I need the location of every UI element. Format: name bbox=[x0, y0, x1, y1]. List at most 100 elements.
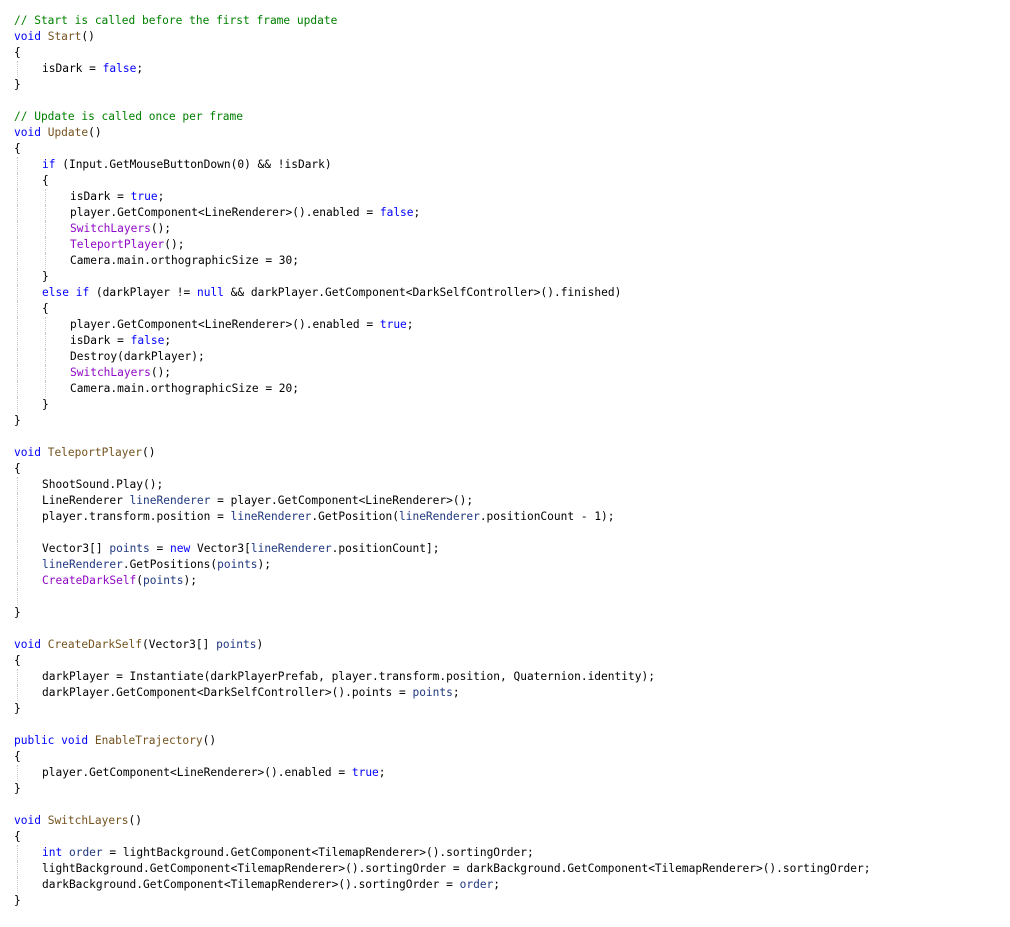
code-line[interactable]: Destroy(darkPlayer); bbox=[14, 349, 1004, 365]
code-line[interactable] bbox=[14, 797, 1004, 813]
code-line[interactable]: { bbox=[14, 45, 1004, 61]
code-line[interactable]: LineRenderer lineRenderer = player.GetCo… bbox=[14, 493, 1004, 509]
code-token: // Update is called once per frame bbox=[14, 110, 244, 123]
code-text: void SwitchLayers() bbox=[14, 814, 142, 827]
code-text: ShootSound.Play(); bbox=[14, 478, 163, 491]
code-line[interactable]: ShootSound.Play(); bbox=[14, 477, 1004, 493]
code-line[interactable]: darkPlayer = Instantiate(darkPlayerPrefa… bbox=[14, 669, 1004, 685]
code-line[interactable]: darkBackground.GetComponent<TilemapRende… bbox=[14, 877, 1004, 893]
code-token: ; bbox=[452, 686, 460, 699]
code-text: if (Input.GetMouseButtonDown(0) && !isDa… bbox=[14, 158, 332, 171]
code-line[interactable] bbox=[14, 717, 1004, 733]
code-line[interactable]: void Update() bbox=[14, 125, 1004, 141]
code-line[interactable]: TeleportPlayer(); bbox=[14, 237, 1004, 253]
code-line[interactable]: if (Input.GetMouseButtonDown(0) && !isDa… bbox=[14, 157, 1004, 173]
code-line[interactable]: Camera.main.orthographicSize = 30; bbox=[14, 253, 1004, 269]
code-token: .GetPositions( bbox=[122, 558, 218, 571]
code-line[interactable]: SwitchLayers(); bbox=[14, 221, 1004, 237]
code-line[interactable]: lineRenderer.GetPositions(points); bbox=[14, 557, 1004, 573]
code-line[interactable]: void TeleportPlayer() bbox=[14, 445, 1004, 461]
code-token: = player.GetComponent<LineRenderer>(); bbox=[210, 494, 474, 507]
code-area[interactable]: // Start is called before the first fram… bbox=[14, 13, 1004, 909]
code-token: { bbox=[14, 750, 21, 763]
indent-guide bbox=[17, 765, 18, 781]
code-token: isDark = bbox=[70, 334, 131, 347]
code-line[interactable]: // Update is called once per frame bbox=[14, 109, 1004, 125]
indent-guide bbox=[45, 381, 46, 397]
code-line[interactable]: player.GetComponent<LineRenderer>().enab… bbox=[14, 205, 1004, 221]
indent-guide bbox=[45, 365, 46, 381]
indent-guide bbox=[17, 221, 18, 237]
code-token: void bbox=[14, 638, 41, 651]
code-token: ; bbox=[164, 334, 172, 347]
code-line[interactable]: { bbox=[14, 461, 1004, 477]
indent-guide bbox=[17, 253, 18, 269]
code-token: } bbox=[42, 270, 49, 283]
code-line[interactable]: darkPlayer.GetComponent<DarkSelfControll… bbox=[14, 685, 1004, 701]
code-line[interactable]: else if (darkPlayer != null && darkPlaye… bbox=[14, 285, 1004, 301]
code-line[interactable]: player.GetComponent<LineRenderer>().enab… bbox=[14, 317, 1004, 333]
code-line[interactable]: { bbox=[14, 141, 1004, 157]
code-line[interactable]: } bbox=[14, 397, 1004, 413]
code-line[interactable]: void Start() bbox=[14, 29, 1004, 45]
indent-guide bbox=[17, 189, 18, 205]
code-line[interactable] bbox=[14, 621, 1004, 637]
code-line[interactable]: } bbox=[14, 269, 1004, 285]
code-line[interactable]: } bbox=[14, 781, 1004, 797]
code-token: ; bbox=[406, 318, 414, 331]
code-line[interactable]: public void EnableTrajectory() bbox=[14, 733, 1004, 749]
code-editor[interactable]: // Start is called before the first fram… bbox=[0, 0, 1010, 927]
code-line[interactable]: isDark = true; bbox=[14, 189, 1004, 205]
code-line[interactable]: player.transform.position = lineRenderer… bbox=[14, 509, 1004, 525]
code-line[interactable]: { bbox=[14, 173, 1004, 189]
indent-guide bbox=[17, 173, 18, 189]
code-line[interactable]: void CreateDarkSelf(Vector3[] points) bbox=[14, 637, 1004, 653]
code-line[interactable]: SwitchLayers(); bbox=[14, 365, 1004, 381]
code-token: CreateDarkSelf bbox=[47, 638, 142, 651]
indent-guide bbox=[17, 493, 18, 509]
code-line[interactable]: isDark = false; bbox=[14, 333, 1004, 349]
code-line[interactable]: CreateDarkSelf(points); bbox=[14, 573, 1004, 589]
code-token: player.GetComponent<LineRenderer>().enab… bbox=[70, 318, 380, 331]
indent-guide bbox=[45, 317, 46, 333]
code-token: ); bbox=[183, 574, 197, 587]
code-text: void TeleportPlayer() bbox=[14, 446, 155, 459]
code-line[interactable]: } bbox=[14, 701, 1004, 717]
code-line[interactable] bbox=[14, 589, 1004, 605]
indent-guide bbox=[17, 397, 18, 413]
code-line[interactable]: isDark = false; bbox=[14, 61, 1004, 77]
code-line[interactable]: int order = lightBackground.GetComponent… bbox=[14, 845, 1004, 861]
code-line[interactable]: Camera.main.orthographicSize = 20; bbox=[14, 381, 1004, 397]
code-token: .positionCount]; bbox=[331, 542, 440, 555]
code-line[interactable]: { bbox=[14, 653, 1004, 669]
code-line[interactable]: } bbox=[14, 893, 1004, 909]
code-text: isDark = true; bbox=[14, 190, 164, 203]
code-line[interactable]: lightBackground.GetComponent<TilemapRend… bbox=[14, 861, 1004, 877]
code-text: player.GetComponent<LineRenderer>().enab… bbox=[14, 318, 414, 331]
indent-guide bbox=[45, 189, 46, 205]
code-line[interactable] bbox=[14, 525, 1004, 541]
code-token: void bbox=[14, 814, 41, 827]
code-line[interactable]: } bbox=[14, 77, 1004, 93]
code-token: lineRenderer bbox=[129, 494, 211, 507]
code-line[interactable]: player.GetComponent<LineRenderer>().enab… bbox=[14, 765, 1004, 781]
code-text: } bbox=[14, 894, 21, 907]
code-line[interactable] bbox=[14, 429, 1004, 445]
code-line[interactable]: // Start is called before the first fram… bbox=[14, 13, 1004, 29]
code-token: Vector3[ bbox=[190, 542, 251, 555]
code-line[interactable]: { bbox=[14, 301, 1004, 317]
code-line[interactable]: { bbox=[14, 829, 1004, 845]
code-text: SwitchLayers(); bbox=[14, 366, 171, 379]
code-text: CreateDarkSelf(points); bbox=[14, 574, 197, 587]
code-token: SwitchLayers bbox=[70, 222, 151, 235]
indent-guide bbox=[17, 509, 18, 525]
code-line[interactable] bbox=[14, 93, 1004, 109]
code-line[interactable]: void SwitchLayers() bbox=[14, 813, 1004, 829]
code-line[interactable]: } bbox=[14, 605, 1004, 621]
code-line[interactable]: { bbox=[14, 749, 1004, 765]
code-line[interactable]: } bbox=[14, 413, 1004, 429]
code-token: ; bbox=[157, 190, 165, 203]
code-line[interactable]: Vector3[] points = new Vector3[lineRende… bbox=[14, 541, 1004, 557]
